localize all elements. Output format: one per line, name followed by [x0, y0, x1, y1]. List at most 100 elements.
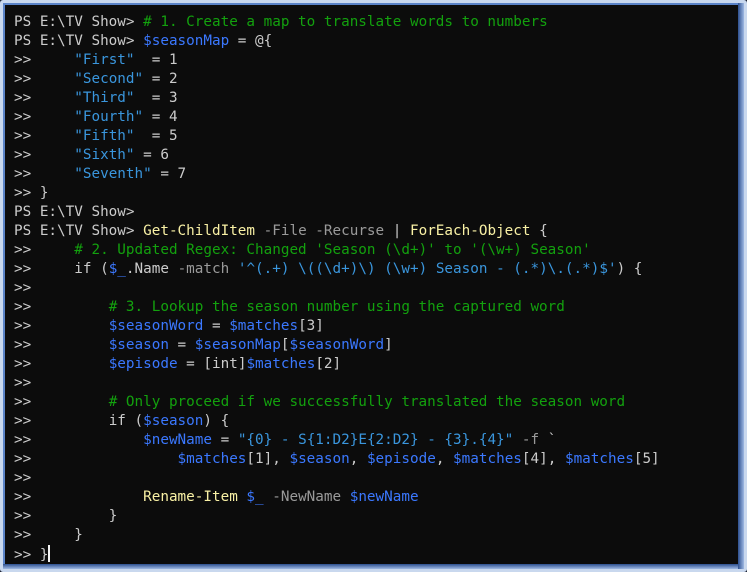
terminal-line: PS E:\TV Show> $seasonMap = @{: [14, 32, 734, 51]
continuation-prompt: >>: [14, 527, 75, 543]
prompt-text: PS E:\TV Show>: [14, 33, 144, 49]
terminal-line: >> Rename-Item $_ -NewName $newName: [14, 488, 734, 507]
code-command: Get-ChildItem: [143, 223, 256, 239]
continuation-prompt: >>: [14, 52, 75, 68]
code-variable: $matches: [453, 451, 522, 467]
terminal-line: >> # Only proceed if we successfully tra…: [14, 393, 734, 412]
code-variable: $episode: [108, 356, 178, 372]
code-variable: $matches: [564, 451, 634, 467]
code-text: [3]: [298, 318, 324, 334]
code-text: = 7: [151, 166, 187, 182]
prompt-text: PS E:\TV Show>: [14, 223, 144, 239]
terminal-line: >> }: [14, 184, 734, 203]
code-text: }: [108, 508, 118, 524]
terminal-line: >> "Sixth" = 6: [14, 146, 734, 165]
terminal-line: >>: [14, 279, 734, 298]
code-text: ,: [435, 451, 454, 467]
code-comment: # 2. Updated Regex: Changed 'Season (\d+…: [74, 242, 591, 258]
code-string: "Third": [74, 90, 135, 106]
code-text: .Name: [125, 261, 178, 277]
terminal-line: >> $season = $seasonMap[$seasonWord]: [14, 336, 734, 355]
code-comment: # 1. Create a map to translate words to …: [143, 14, 548, 30]
code-string: "First": [74, 52, 135, 68]
code-text: = 5: [134, 128, 178, 144]
terminal-line: >> $seasonWord = $matches[3]: [14, 317, 734, 336]
code-variable: $seasonWord: [108, 318, 204, 334]
terminal-line: >>: [14, 374, 734, 393]
continuation-prompt: >>: [14, 71, 75, 87]
code-text: = 1: [134, 52, 178, 68]
code-text: = 3: [134, 90, 178, 106]
terminal-line: >> if ($season) {: [14, 412, 734, 431]
code-text: = 4: [143, 109, 178, 125]
code-text: [1],: [246, 451, 290, 467]
terminal-line: >>: [14, 469, 734, 488]
continuation-prompt: >>: [14, 242, 75, 258]
code-variable: $matches: [229, 318, 299, 334]
terminal-line: PS E:\TV Show> Get-ChildItem -File -Recu…: [14, 222, 734, 241]
terminal-line: PS E:\TV Show>: [14, 203, 734, 222]
continuation-prompt: >>: [14, 489, 144, 505]
code-text: = 2: [143, 71, 178, 87]
continuation-prompt: >>: [14, 394, 109, 410]
code-variable: $season: [143, 413, 204, 429]
code-text: [2]: [315, 356, 342, 372]
code-string: "Seventh": [74, 166, 152, 182]
terminal-line: >> "First" = 1: [14, 51, 734, 70]
code-text: [5]: [633, 451, 660, 467]
code-text: `: [539, 432, 557, 448]
code-variable: $_: [108, 261, 126, 277]
code-text: ]: [384, 337, 393, 353]
code-string: "Fifth": [74, 128, 135, 144]
terminal-window: PS E:\TV Show> # 1. Create a map to tran…: [0, 0, 747, 572]
code-comment: # 3. Lookup the season number using the …: [108, 299, 565, 315]
text-cursor: [48, 545, 51, 562]
continuation-prompt: >>: [14, 375, 32, 391]
code-string: "Sixth": [74, 147, 135, 163]
continuation-prompt: >>: [14, 109, 75, 125]
terminal-output[interactable]: PS E:\TV Show> # 1. Create a map to tran…: [14, 13, 734, 564]
code-variable: $matches: [246, 356, 316, 372]
code-parameter: -File -Recurse: [255, 223, 385, 239]
continuation-prompt: >>: [14, 318, 109, 334]
code-variable: $seasonMap: [143, 33, 230, 49]
code-text: = 6: [134, 147, 169, 163]
code-parameter: -NewName: [263, 489, 342, 505]
continuation-prompt: >>: [14, 166, 75, 182]
terminal-line: >> # 2. Updated Regex: Changed 'Season (…: [14, 241, 734, 260]
code-text: ) {: [203, 413, 230, 429]
code-text: }: [74, 527, 83, 543]
terminal-line: >> # 3. Lookup the season number using t…: [14, 298, 734, 317]
terminal-line: >> "Fourth" = 4: [14, 108, 734, 127]
continuation-prompt: >>: [14, 261, 75, 277]
code-string: '^(.+) \((\d+)\) (\w+) Season - (.*)\.(.…: [237, 261, 617, 277]
terminal-line: >> "Second" = 2: [14, 70, 734, 89]
continuation-prompt: >>: [14, 547, 40, 563]
code-text: {: [530, 223, 548, 239]
code-variable: $seasonMap: [194, 337, 281, 353]
terminal-line: >> "Third" = 3: [14, 89, 734, 108]
code-variable: $_: [246, 489, 264, 505]
terminal-line: >> $matches[1], $season, $episode, $matc…: [14, 450, 734, 469]
prompt-text: PS E:\TV Show>: [14, 204, 135, 220]
continuation-prompt: >>: [14, 128, 75, 144]
code-variable: $season: [289, 451, 350, 467]
continuation-prompt: >>: [14, 280, 32, 296]
code-text: =: [203, 318, 230, 334]
terminal-line: >> "Seventh" = 7: [14, 165, 734, 184]
prompt-text: PS E:\TV Show>: [14, 14, 144, 30]
continuation-prompt: >>: [14, 470, 32, 486]
code-variable: $seasonWord: [289, 337, 385, 353]
code-text: if (: [74, 261, 109, 277]
code-text: = @{: [229, 33, 273, 49]
terminal-line: >> }: [14, 545, 734, 564]
code-text: ,: [349, 451, 367, 467]
code-variable: $newName: [349, 489, 419, 505]
code-variable: $matches: [177, 451, 247, 467]
code-comment: # Only proceed if we successfully transl…: [108, 394, 626, 410]
continuation-prompt: >>: [14, 432, 144, 448]
code-text: = [int]: [177, 356, 247, 372]
code-variable: $episode: [366, 451, 436, 467]
